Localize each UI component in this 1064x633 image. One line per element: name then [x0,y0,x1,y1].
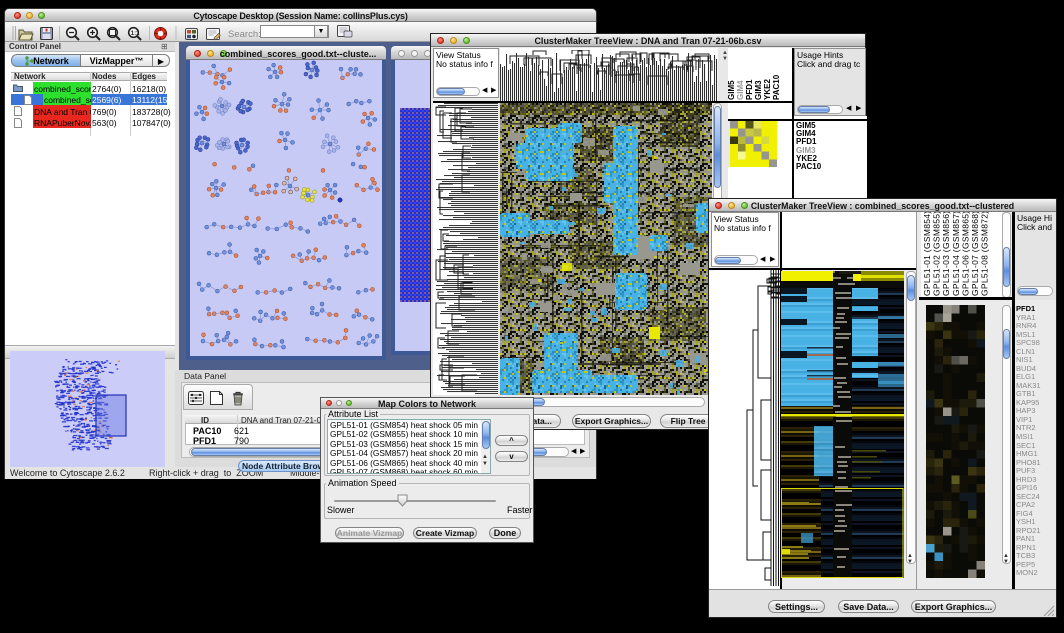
svg-text:GIM5: GIM5 [728,80,736,100]
svg-text:GPL51-02 (GSM855): GPL51-02 (GSM855) [932,212,942,296]
svg-text:GPL51-07 (GSM868): GPL51-07 (GSM868) [970,212,980,296]
svg-text:PAC10: PAC10 [772,74,781,100]
svg-text:1:1: 1:1 [131,31,140,37]
svg-text:GPL51-06 (GSM865): GPL51-06 (GSM865) [960,212,970,296]
svg-text:GPL51-01 (GSM854): GPL51-01 (GSM854) [922,212,932,296]
svg-text:YKE2: YKE2 [763,79,772,100]
svg-text:GPL51-08 (GSM872): GPL51-08 (GSM872) [980,212,990,296]
svg-text:GPL51-04 (GSM857): GPL51-04 (GSM857) [951,212,961,296]
svg-text:GIM3: GIM3 [754,80,763,100]
svg-text:GIM4: GIM4 [736,80,745,100]
svg-text:GPL51-03 (GSM856): GPL51-03 (GSM856) [941,212,951,296]
svg-text:PFD1: PFD1 [745,79,754,100]
svg-text:Search:: Search: [228,29,261,40]
